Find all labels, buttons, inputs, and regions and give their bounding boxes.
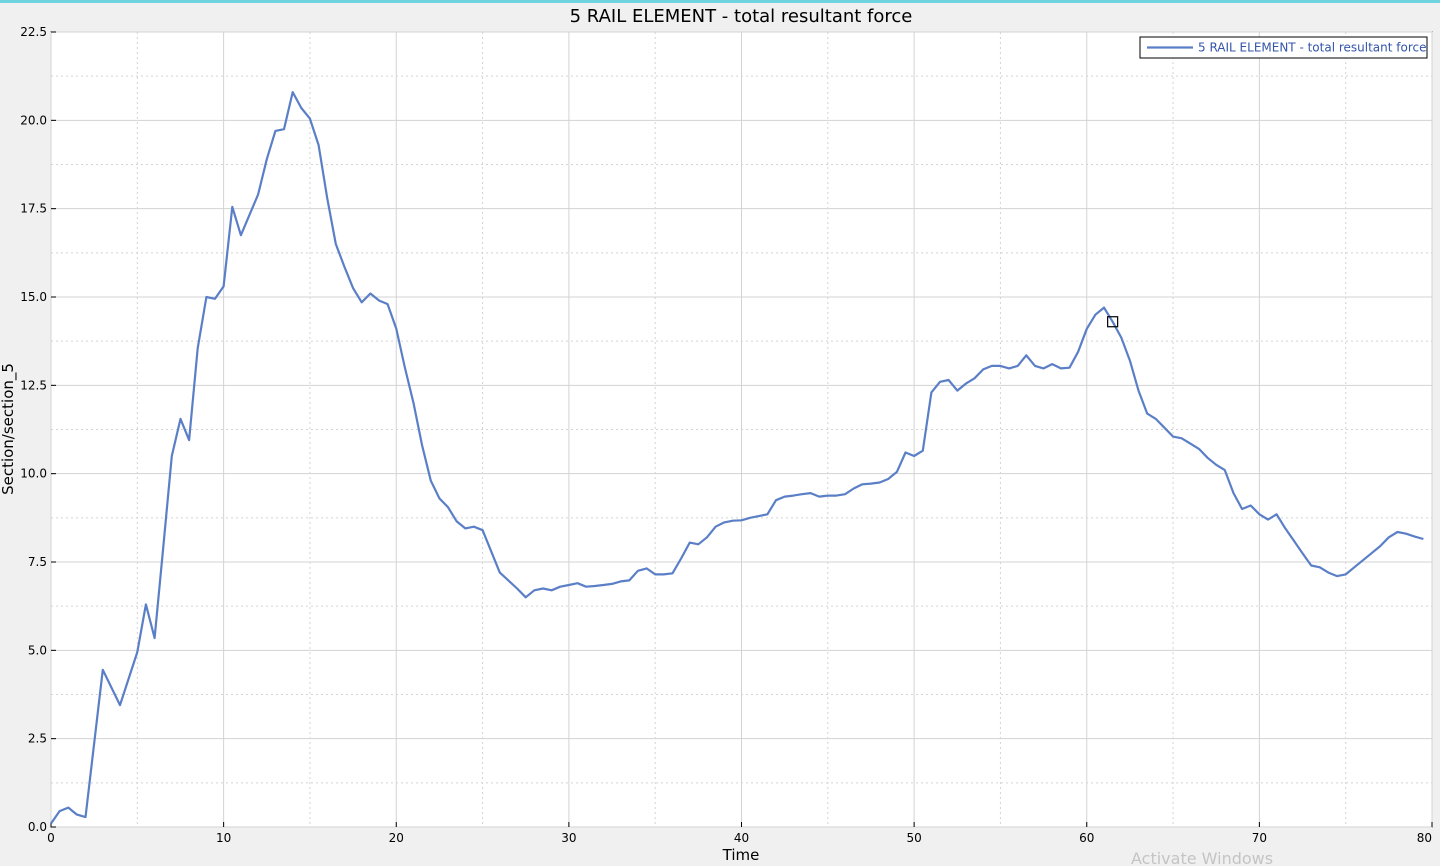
chart: 5 RAIL ELEMENT - total resultant force 0… xyxy=(0,6,1433,866)
activate-windows-watermark: Activate Windows xyxy=(1131,849,1273,866)
x-tick-label: 50 xyxy=(906,831,921,845)
x-tick-label: 20 xyxy=(389,831,404,845)
x-tick-label: 60 xyxy=(1079,831,1094,845)
y-tick-label: 22.5 xyxy=(20,25,47,39)
y-tick-label: 5.0 xyxy=(28,643,47,657)
x-tick-label: 30 xyxy=(561,831,576,845)
y-tick-label: 20.0 xyxy=(20,113,47,127)
y-tick-label: 15.0 xyxy=(20,290,47,304)
x-tick-label: 0 xyxy=(47,831,55,845)
x-tick-label: 80 xyxy=(1417,831,1432,845)
x-axis-label: Time xyxy=(722,846,760,864)
legend-label: 5 RAIL ELEMENT - total resultant force xyxy=(1198,41,1427,55)
x-tick-label: 70 xyxy=(1252,831,1267,845)
y-axis-label: Section/section_5 xyxy=(0,363,18,495)
y-tick-label: 12.5 xyxy=(20,378,47,392)
y-tick-label: 0.0 xyxy=(28,820,47,834)
y-tick-label: 10.0 xyxy=(20,467,47,481)
x-tick-label: 10 xyxy=(216,831,231,845)
y-tick-label: 17.5 xyxy=(20,202,47,216)
legend: 5 RAIL ELEMENT - total resultant force xyxy=(1139,36,1428,59)
y-tick-label: 2.5 xyxy=(28,732,47,746)
x-tick-label: 40 xyxy=(734,831,749,845)
y-tick-label: 7.5 xyxy=(28,555,47,569)
chart-title: 5 RAIL ELEMENT - total resultant force xyxy=(570,6,913,27)
